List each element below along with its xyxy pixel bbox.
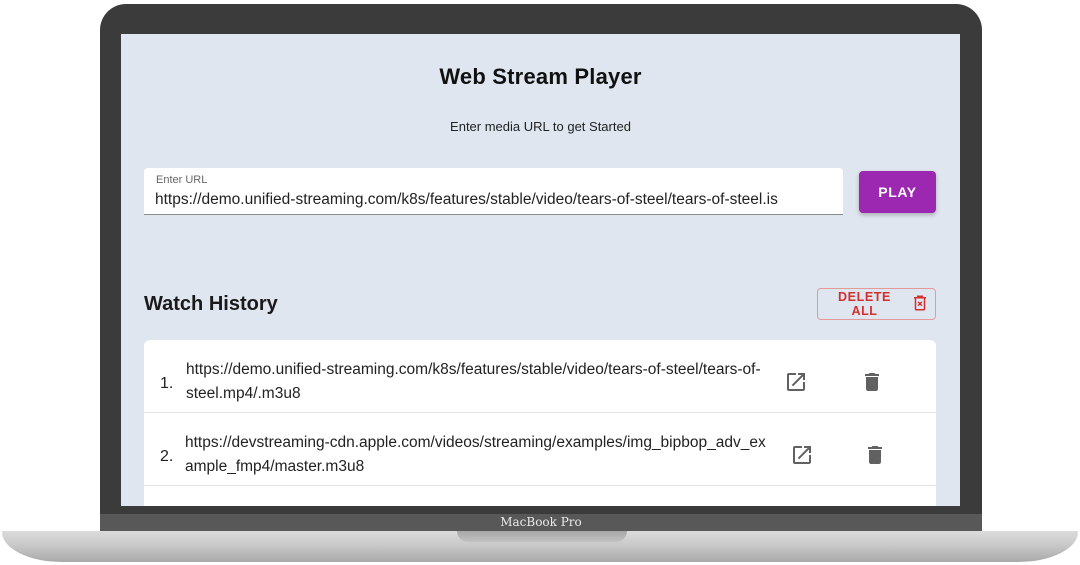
url-field[interactable]: Enter URL [144,168,843,215]
device-brand-label: MacBook Pro [500,515,582,529]
history-list: 1. https://demo.unified-streaming.com/k8… [144,340,936,506]
laptop-base-notch [457,531,627,542]
delete-forever-icon [911,294,929,315]
watch-history-title: Watch History [144,293,278,315]
url-field-label: Enter URL [156,174,208,186]
play-button[interactable]: PLAY [859,171,936,213]
delete-all-button[interactable]: DELETE ALL [817,288,936,320]
laptop-base [2,531,1078,562]
page-subtitle: Enter media URL to get Started [450,119,631,134]
history-item-url[interactable]: https://demo.unified-streaming.com/k8s/f… [186,358,768,406]
trash-icon[interactable] [860,370,884,394]
open-in-new-icon[interactable] [784,370,808,394]
history-item: 1. https://demo.unified-streaming.com/k8… [144,340,936,413]
history-item-index: 2. [160,448,174,465]
url-input[interactable] [155,190,831,210]
history-item-url[interactable]: https://devstreaming-cdn.apple.com/video… [185,431,767,479]
page-title: Web Stream Player [439,64,642,89]
history-item: 2. https://devstreaming-cdn.apple.com/vi… [144,413,936,486]
delete-all-label: DELETE ALL [838,290,891,318]
open-in-new-icon[interactable] [790,443,814,467]
laptop-hinge: MacBook Pro [100,514,982,531]
app-screen: Web Stream Player Enter media URL to get… [121,34,960,506]
trash-icon[interactable] [863,443,887,467]
